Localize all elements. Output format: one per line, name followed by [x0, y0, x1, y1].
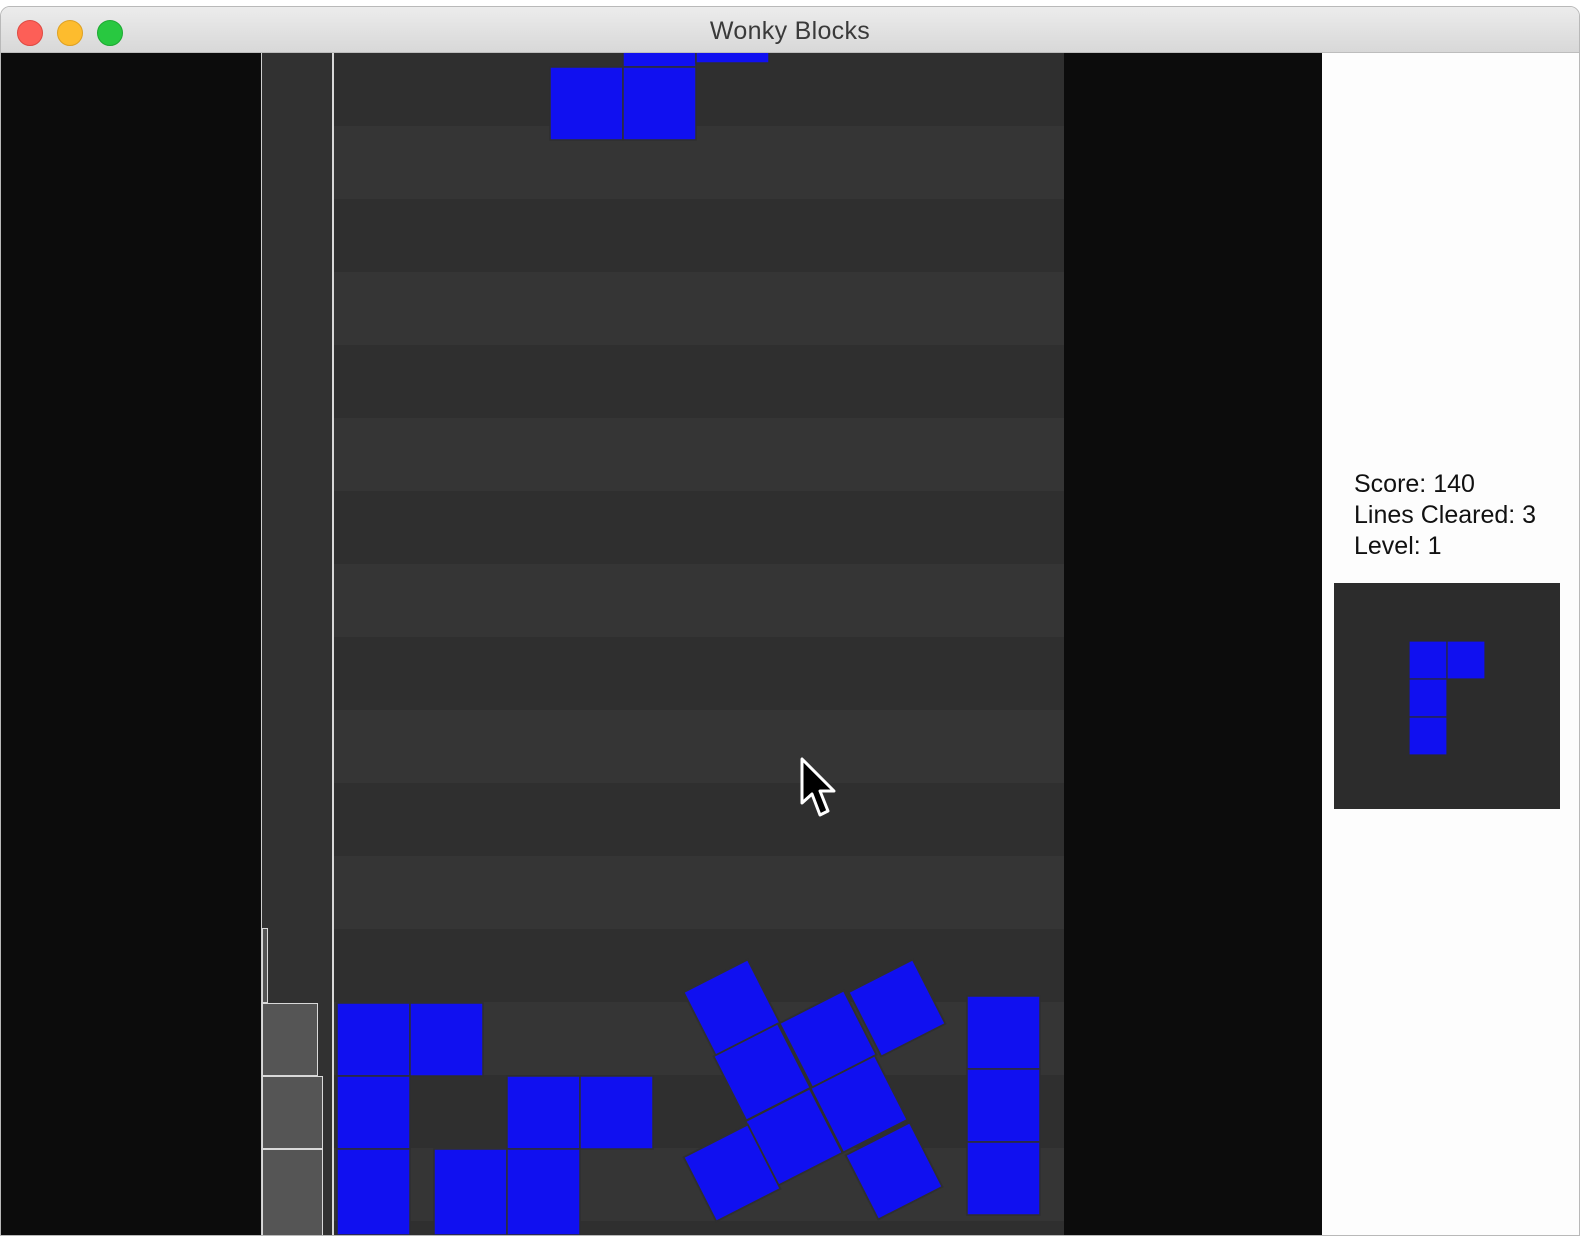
- right-backdrop: [1064, 53, 1322, 1235]
- info-sidebar: Score: 140 Lines Cleared: 3 Level: 1: [1322, 53, 1579, 1235]
- game-area: Score: 140 Lines Cleared: 3 Level: 1: [1, 53, 1579, 1235]
- gutter-block: [262, 928, 268, 1003]
- app-window: Wonky Blocks Score: 140 Lines Cleared: 3…: [0, 6, 1580, 1236]
- left-backdrop: [1, 53, 261, 1235]
- score-text: Score: 140: [1354, 470, 1475, 498]
- gutter-block: [262, 1003, 318, 1076]
- mouse-cursor-icon: [800, 757, 836, 817]
- next-piece-preview: [1334, 583, 1560, 809]
- side-gutter: [261, 53, 334, 1235]
- next-piece: [1408, 640, 1486, 756]
- game-board[interactable]: [334, 53, 1065, 1235]
- gutter-block: [262, 1076, 323, 1149]
- lines-cleared-text: Lines Cleared: 3: [1354, 501, 1537, 529]
- gutter-block: [262, 1149, 323, 1235]
- stats-panel: Score: 140 Lines Cleared: 3 Level: 1: [1354, 469, 1536, 562]
- titlebar: Wonky Blocks: [1, 7, 1579, 53]
- window-title: Wonky Blocks: [709, 17, 871, 45]
- level-text: Level: 1: [1354, 532, 1442, 560]
- board-canvas: [334, 53, 1064, 1235]
